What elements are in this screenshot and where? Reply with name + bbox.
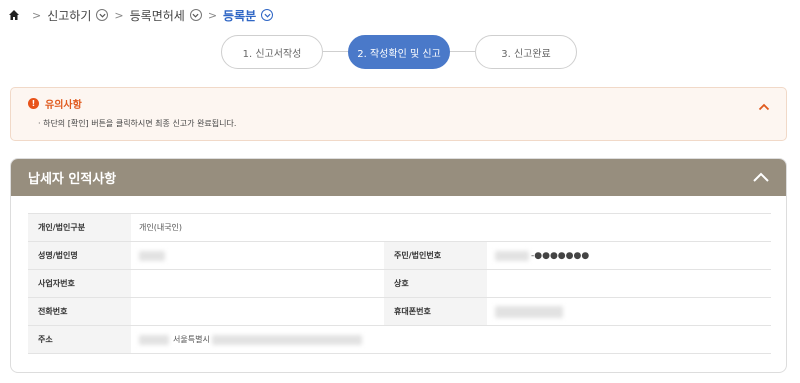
company-value <box>487 269 771 298</box>
chevron-down-icon[interactable] <box>261 9 274 21</box>
chevron-down-icon[interactable] <box>189 9 202 21</box>
section-title: 납세자 인적사항 <box>28 172 117 187</box>
phone-label: 전화번호 <box>28 297 131 326</box>
breadcrumb-item-registration[interactable]: 등록분 <box>223 7 274 24</box>
step-confirm-submit: 2. 작성확인 및 신고 <box>348 35 450 69</box>
step-write: 1. 신고서작성 <box>221 35 323 69</box>
section-header[interactable]: 납세자 인적사항 <box>11 159 786 196</box>
address-text: 서울특별시 <box>173 335 210 344</box>
chevron-up-icon[interactable] <box>752 171 770 183</box>
name-value <box>131 241 384 270</box>
breadcrumb-separator-icon: > <box>114 8 124 22</box>
redacted-name <box>139 250 165 261</box>
breadcrumb-item-report[interactable]: 신고하기 <box>47 7 109 24</box>
mobile-label: 휴대폰번호 <box>384 297 487 326</box>
breadcrumb-separator-icon: > <box>207 8 218 22</box>
step-label: 1. 신고서작성 <box>242 48 302 60</box>
step-connector <box>323 51 349 52</box>
address-value: 서울특별시 <box>131 325 771 354</box>
table-row: 사업자번호 상호 <box>28 269 771 298</box>
breadcrumb-item-license-tax[interactable]: 등록면허세 <box>130 7 202 24</box>
id-label: 주민/법인번호 <box>384 241 487 270</box>
mobile-value <box>487 297 771 326</box>
type-value: 개인(내국인) <box>131 213 771 242</box>
redacted-mobile <box>495 305 563 318</box>
address-label: 주소 <box>28 325 131 354</box>
type-label: 개인/법인구분 <box>28 213 131 242</box>
redacted-zip <box>139 334 169 345</box>
redacted-id <box>495 250 529 261</box>
table-row: 개인/법인구분 개인(내국인) <box>28 213 771 242</box>
name-label: 성명/법인명 <box>28 241 131 270</box>
phone-value <box>131 297 384 326</box>
taxpayer-info-table: 개인/법인구분 개인(내국인) 성명/법인명 주민/법인번호 -●●●●●●● … <box>28 213 771 354</box>
step-label: 2. 작성확인 및 신고 <box>357 48 441 60</box>
notice-text: · 하단의 [확인] 버튼을 클릭하시면 최종 신고가 완료됩니다. <box>38 119 237 128</box>
company-label: 상호 <box>384 269 487 298</box>
step-label: 3. 신고완료 <box>501 48 551 60</box>
table-row: 주소 서울특별시 <box>28 325 771 354</box>
breadcrumb: > 신고하기 > 등록면허세 > 등록분 <box>8 6 274 24</box>
breadcrumb-separator-icon: > <box>32 8 42 22</box>
table-row: 성명/법인명 주민/법인번호 -●●●●●●● <box>28 241 771 270</box>
alert-icon: ! <box>28 98 39 109</box>
progress-steps: 1. 신고서작성 2. 작성확인 및 신고 3. 신고완료 <box>221 35 577 69</box>
notice-title: 유의사항 <box>45 100 82 111</box>
step-connector <box>449 51 475 52</box>
taxpayer-info-section: 납세자 인적사항 개인/법인구분 개인(내국인) 성명/법인명 주민/법인번호 … <box>10 158 787 373</box>
step-complete: 3. 신고완료 <box>475 35 577 69</box>
breadcrumb-label: 신고하기 <box>47 8 92 23</box>
home-icon[interactable] <box>8 9 20 21</box>
notice-header: ! 유의사항 <box>28 96 82 111</box>
page: > 신고하기 > 등록면허세 > 등록분 1. 신고서작성 2. 작성확인 및 … <box>0 0 800 383</box>
bizno-value <box>131 269 384 298</box>
redacted-address <box>211 334 362 345</box>
table-row: 전화번호 휴대폰번호 <box>28 297 771 326</box>
breadcrumb-label: 등록분 <box>223 8 257 23</box>
notice-box: ! 유의사항 · 하단의 [확인] 버튼을 클릭하시면 최종 신고가 완료됩니다… <box>10 87 787 141</box>
chevron-down-icon[interactable] <box>96 9 109 21</box>
id-masked: -●●●●●●● <box>531 250 590 261</box>
id-value: -●●●●●●● <box>487 241 771 270</box>
breadcrumb-label: 등록면허세 <box>129 8 185 23</box>
chevron-up-icon[interactable] <box>758 97 770 111</box>
bizno-label: 사업자번호 <box>28 269 131 298</box>
